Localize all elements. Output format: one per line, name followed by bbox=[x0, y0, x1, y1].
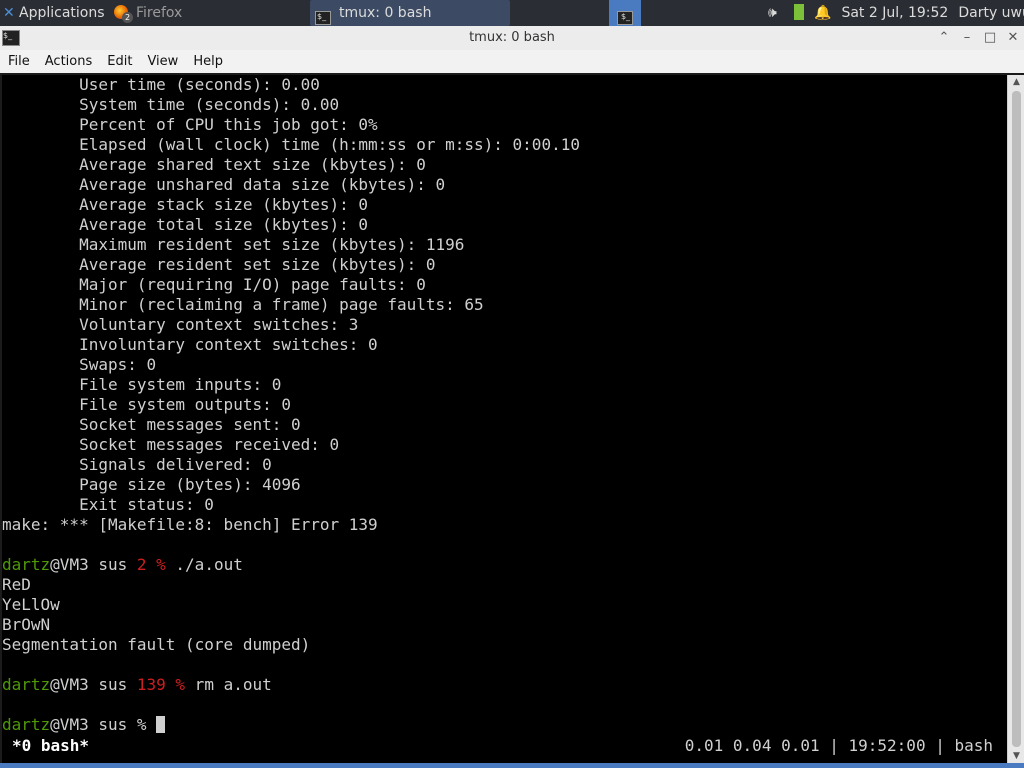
top-panel: ✕ Applications 2 Firefox $_ tmux: 0 bash $_… bbox=[0, 0, 1024, 26]
menu-actions[interactable]: Actions bbox=[37, 50, 100, 73]
output-line: ReD bbox=[2, 575, 31, 594]
terminal-line: Exit status: 0 bbox=[2, 495, 214, 514]
terminal-line: Percent of CPU this job got: 0% bbox=[2, 115, 378, 134]
output-line: BrOwN bbox=[2, 615, 51, 634]
scroll-down-arrow-icon[interactable]: ▼ bbox=[1008, 751, 1024, 761]
terminal-line: System time (seconds): 0.00 bbox=[2, 95, 340, 114]
xfce-logo-icon: ✕ bbox=[3, 5, 15, 21]
scrollbar-thumb[interactable] bbox=[1012, 91, 1021, 747]
volume-icon[interactable]: 🕪 bbox=[768, 0, 786, 26]
output-line: Segmentation fault (core dumped) bbox=[2, 635, 311, 654]
terminal-line: Page size (bytes): 4096 bbox=[2, 475, 301, 494]
terminal-line: Average total size (kbytes): 0 bbox=[2, 215, 369, 234]
battery-icon[interactable] bbox=[794, 4, 804, 20]
firefox-window-count-badge: 2 bbox=[122, 12, 133, 23]
close-button[interactable]: ✕ bbox=[1002, 26, 1024, 50]
prompt-exit-code: 2 % bbox=[136, 555, 166, 574]
tmux-status-right: 0.01 0.04 0.01 | 19:52:00 | bash bbox=[684, 736, 993, 755]
window-title: tmux: 0 bash bbox=[469, 30, 555, 45]
terminal-line: Major (requiring I/O) page faults: 0 bbox=[2, 275, 426, 294]
terminal-launcher-icon: $_ bbox=[617, 11, 633, 25]
prompt-line-1: dartz@VM3 sus 2 % ./a.out bbox=[2, 555, 243, 575]
menu-bar: File Actions Edit View Help bbox=[0, 50, 1024, 73]
minimize-button[interactable]: – bbox=[956, 26, 978, 50]
applications-menu[interactable]: ✕ Applications bbox=[0, 0, 108, 26]
tmux-status-bar: *0 bash* 0.01 0.04 0.01 | 19:52:00 | bas… bbox=[2, 735, 1007, 757]
user-menu[interactable]: Darty uwu bbox=[958, 0, 1024, 26]
window-bottom-border bbox=[0, 763, 1024, 768]
terminal-line: Signals delivered: 0 bbox=[2, 455, 272, 474]
applications-label: Applications bbox=[19, 5, 105, 21]
terminal-scrollbar[interactable]: ▲ ▼ bbox=[1007, 75, 1024, 763]
terminal-line: File system inputs: 0 bbox=[2, 375, 282, 394]
terminal-line: Socket messages sent: 0 bbox=[2, 415, 301, 434]
terminal-line: User time (seconds): 0.00 bbox=[2, 75, 320, 94]
prompt-host: @VM3 sus bbox=[50, 555, 137, 574]
menu-file[interactable]: File bbox=[0, 50, 37, 73]
menu-edit[interactable]: Edit bbox=[99, 50, 139, 73]
terminal-line: Elapsed (wall clock) time (h:mm:ss or m:… bbox=[2, 135, 580, 154]
terminal-line: Average resident set size (kbytes): 0 bbox=[2, 255, 436, 274]
terminal-line: make: *** [Makefile:8: bench] Error 139 bbox=[2, 515, 378, 534]
prompt-host: @VM3 sus % bbox=[50, 715, 157, 734]
tmux-task-label: tmux: 0 bash bbox=[339, 5, 432, 21]
text-cursor bbox=[156, 716, 166, 733]
terminal-line: Maximum resident set size (kbytes): 1196 bbox=[2, 235, 465, 254]
terminal-line: Swaps: 0 bbox=[2, 355, 157, 374]
prompt-line-3[interactable]: dartz@VM3 sus % bbox=[2, 715, 166, 735]
output-line: YeLlOw bbox=[2, 595, 60, 614]
terminal-line: Socket messages received: 0 bbox=[2, 435, 340, 454]
prompt-user: dartz bbox=[2, 715, 51, 734]
taskbar-firefox[interactable]: 2 Firefox bbox=[108, 0, 308, 26]
terminal-line: Involuntary context switches: 0 bbox=[2, 335, 378, 354]
terminal-area[interactable]: User time (seconds): 0.00 System time (s… bbox=[2, 75, 1007, 763]
taskbar-tmux[interactable]: $_ tmux: 0 bash bbox=[310, 0, 510, 26]
terminal-line: Average shared text size (kbytes): 0 bbox=[2, 155, 426, 174]
system-tray: 🕪 🔔 Sat 2 Jul, 19:52 Darty uwu bbox=[754, 0, 1024, 26]
terminal-line: Average stack size (kbytes): 0 bbox=[2, 195, 369, 214]
menu-help[interactable]: Help bbox=[185, 50, 230, 73]
window-titlebar[interactable]: $_ tmux: 0 bash ⌃ – □ ✕ bbox=[0, 26, 1024, 51]
prompt-exit-code: 139 % bbox=[136, 675, 186, 694]
scroll-up-arrow-icon[interactable]: ▲ bbox=[1008, 77, 1024, 87]
maximize-button[interactable]: □ bbox=[979, 26, 1001, 50]
prompt-command: ./a.out bbox=[165, 555, 243, 574]
prompt-user: dartz bbox=[2, 675, 51, 694]
prompt-user: dartz bbox=[2, 555, 51, 574]
panel-clock[interactable]: Sat 2 Jul, 19:52 bbox=[841, 0, 948, 26]
firefox-icon: 2 bbox=[114, 5, 133, 23]
tmux-window-list[interactable]: *0 bash* bbox=[12, 735, 89, 757]
notification-bell-icon[interactable]: 🔔 bbox=[814, 0, 831, 26]
menu-view[interactable]: View bbox=[139, 50, 185, 73]
shade-button[interactable]: ⌃ bbox=[933, 26, 955, 50]
prompt-command: rm a.out bbox=[185, 675, 272, 694]
terminal-line: Voluntary context switches: 3 bbox=[2, 315, 359, 334]
terminal-line: Average unshared data size (kbytes): 0 bbox=[2, 175, 446, 194]
firefox-task-label: Firefox bbox=[136, 5, 183, 21]
terminal-icon: $_ bbox=[315, 11, 331, 25]
terminal-line: File system outputs: 0 bbox=[2, 395, 291, 414]
prompt-line-2: dartz@VM3 sus 139 % rm a.out bbox=[2, 675, 272, 695]
terminal-launcher-button[interactable]: $_ bbox=[609, 0, 641, 26]
terminal-line: Minor (reclaiming a frame) page faults: … bbox=[2, 295, 484, 314]
prompt-host: @VM3 sus bbox=[50, 675, 137, 694]
